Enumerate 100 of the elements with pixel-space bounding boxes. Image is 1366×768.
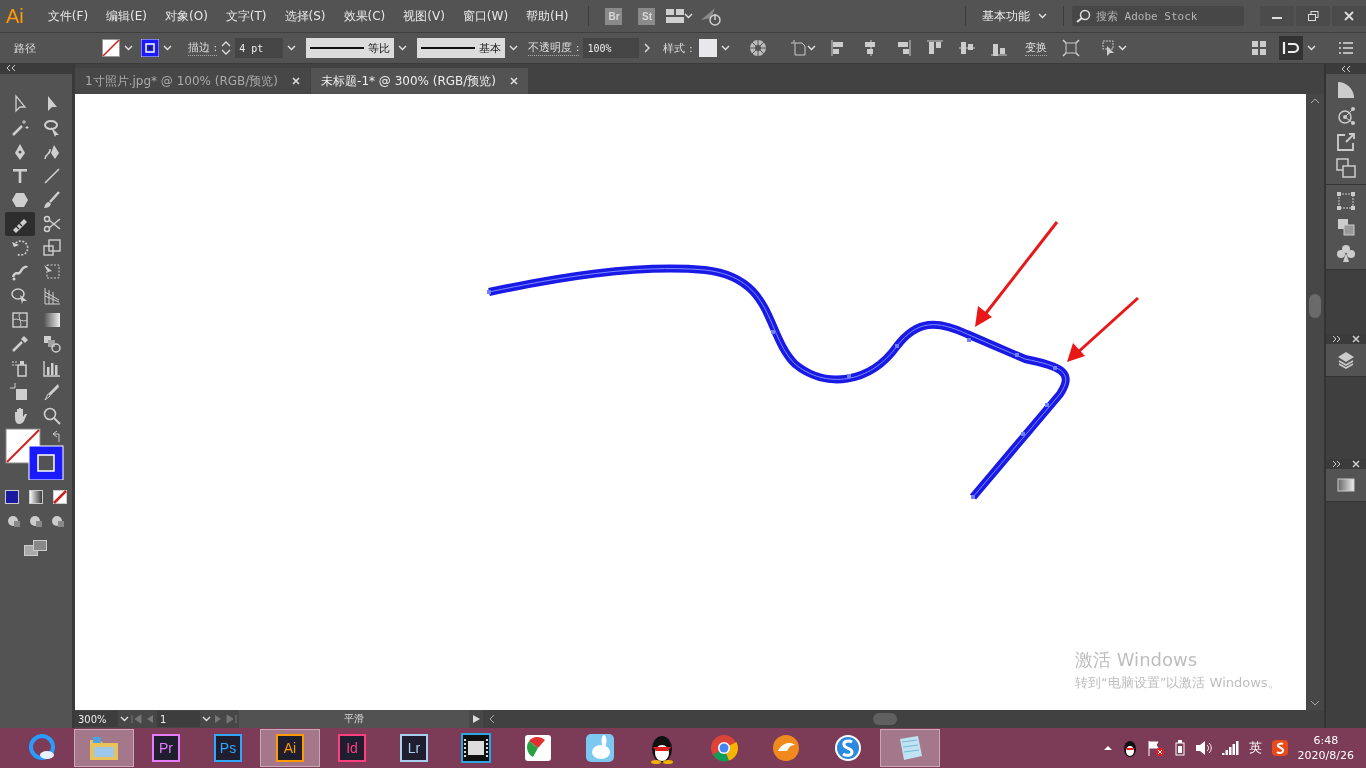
speaker-icon[interactable]: [1194, 740, 1213, 756]
brush-definition[interactable]: 基本: [417, 38, 506, 58]
target-nodes-icon[interactable]: [1336, 106, 1356, 126]
stepper-icon[interactable]: [221, 39, 232, 57]
clock[interactable]: 6:48 2020/8/26: [1297, 734, 1354, 762]
layout-button[interactable]: [1249, 41, 1269, 55]
layers-icon[interactable]: [1336, 350, 1356, 370]
expand-icon[interactable]: [1332, 335, 1340, 343]
gradient-swatch-icon[interactable]: [1336, 475, 1356, 495]
close-icon[interactable]: [1352, 335, 1360, 343]
chevron-right-icon[interactable]: [643, 43, 652, 53]
input-language-indicator[interactable]: 英: [1248, 739, 1262, 757]
close-icon[interactable]: [292, 77, 301, 85]
screen-mode-icon[interactable]: [24, 540, 48, 556]
stacked-squares-icon[interactable]: [1336, 217, 1356, 237]
caret-icon[interactable]: [720, 45, 730, 51]
panel-menu-button[interactable]: [1336, 42, 1356, 54]
caret-icon[interactable]: [1038, 13, 1047, 19]
s-logo-icon[interactable]: [833, 733, 863, 763]
caret-icon[interactable]: [1117, 45, 1127, 51]
caret-icon[interactable]: [1307, 45, 1316, 51]
export-icon[interactable]: [1336, 132, 1356, 152]
caret-icon[interactable]: [684, 13, 694, 19]
taskbar-app[interactable]: Lr: [384, 729, 444, 767]
artboard-number-field[interactable]: 1: [157, 711, 200, 727]
quarter-fan-icon[interactable]: [1336, 80, 1356, 100]
fill-stroke-swatches-drawing[interactable]: [5, 428, 67, 480]
collapse-icon[interactable]: [1341, 65, 1351, 73]
panel-toggle-button[interactable]: [1279, 36, 1303, 60]
transform-link[interactable]: 变换: [1024, 40, 1047, 56]
collapse-icon[interactable]: [6, 64, 16, 72]
app-logo[interactable]: Ai: [276, 734, 304, 762]
app-logo[interactable]: Pr: [152, 734, 180, 762]
menu-item[interactable]: 文件(F): [41, 7, 95, 25]
close-icon[interactable]: [1352, 460, 1360, 468]
play-icon[interactable]: [471, 714, 481, 724]
fox-browser-icon[interactable]: [771, 733, 801, 763]
scroll-thumb[interactable]: [873, 713, 897, 725]
browser-icon[interactable]: [27, 733, 57, 763]
app-logo[interactable]: Lr: [400, 734, 428, 762]
menu-item[interactable]: 视图(V): [397, 7, 451, 25]
stroke-color-dropdown[interactable]: [139, 36, 174, 60]
chrome-icon[interactable]: [709, 733, 739, 763]
draw-inside-icon[interactable]: [51, 514, 65, 528]
minimize-button[interactable]: [1260, 6, 1294, 26]
current-tool-label[interactable]: 平滑: [239, 710, 469, 728]
taskbar-app[interactable]: Ai: [260, 729, 320, 767]
close-icon[interactable]: [510, 77, 519, 85]
caret-icon[interactable]: [287, 45, 297, 51]
close-button[interactable]: [1332, 6, 1366, 26]
caret-icon[interactable]: [398, 45, 408, 51]
fill-color-dropdown[interactable]: [100, 36, 135, 60]
expand-icon[interactable]: [1332, 460, 1340, 468]
taskbar-app[interactable]: Pr: [136, 729, 196, 767]
caret-icon[interactable]: [124, 45, 133, 51]
scroll-left-icon[interactable]: [489, 714, 495, 724]
gradient-mode-icon[interactable]: [29, 490, 43, 504]
menu-item[interactable]: 效果(C): [337, 7, 392, 25]
variable-width-profile[interactable]: 等比: [306, 38, 395, 58]
club-icon[interactable]: [1336, 243, 1356, 263]
scroll-thumb[interactable]: [1309, 294, 1321, 318]
menu-item[interactable]: 选择(S): [278, 7, 332, 25]
menu-item[interactable]: 编辑(E): [100, 7, 153, 25]
restore-button[interactable]: [1296, 6, 1330, 26]
stroke-label[interactable]: 描边 :: [188, 40, 218, 56]
workspace-switcher[interactable]: 基本功能: [974, 7, 1055, 25]
caret-icon[interactable]: [120, 716, 129, 722]
penguin-icon[interactable]: [1121, 739, 1138, 757]
caret-icon[interactable]: [202, 716, 211, 722]
caret-icon[interactable]: [163, 45, 172, 51]
rabbit-app-icon[interactable]: [585, 733, 615, 763]
s-logo-icon[interactable]: [1270, 739, 1289, 757]
graphic-style-dropdown[interactable]: [696, 36, 732, 60]
menu-item[interactable]: 对象(O): [159, 7, 214, 25]
document-tab[interactable]: 未标题-1* @ 300% (RGB/预览): [311, 68, 529, 94]
horizontal-scrollbar[interactable]: [483, 710, 1324, 728]
selected-path-drawing[interactable]: [487, 264, 1070, 500]
pie-chart-icon[interactable]: [523, 733, 553, 763]
caret-icon[interactable]: [509, 45, 519, 51]
taskbar-app[interactable]: Id: [322, 729, 382, 767]
scroll-up-icon[interactable]: [1310, 98, 1320, 104]
film-icon[interactable]: [461, 733, 491, 763]
signal-icon[interactable]: [1221, 741, 1240, 755]
stock-search-field[interactable]: 搜索 Adobe Stock: [1072, 6, 1244, 26]
battery-icon[interactable]: [1173, 740, 1186, 756]
app-logo[interactable]: Id: [338, 734, 366, 762]
app-logo[interactable]: Ps: [214, 734, 242, 762]
show-hidden-icon[interactable]: [1102, 745, 1113, 751]
none-mode-icon[interactable]: [53, 490, 67, 504]
zoom-field[interactable]: 300%: [75, 711, 118, 727]
color-mode-icon[interactable]: [5, 490, 19, 504]
scroll-down-icon[interactable]: [1310, 700, 1320, 706]
taskbar-app[interactable]: Ps: [198, 729, 258, 767]
draw-behind-icon[interactable]: [29, 514, 43, 528]
vertical-scrollbar[interactable]: [1306, 94, 1324, 710]
overlapping-squares-icon[interactable]: [1336, 158, 1356, 178]
opacity-label[interactable]: 不透明度 :: [528, 40, 580, 56]
opacity-field[interactable]: 100%: [583, 38, 640, 58]
menu-item[interactable]: 文字(T): [219, 7, 273, 25]
document-tab[interactable]: 1寸照片.jpg* @ 100% (RGB/预览): [75, 68, 311, 94]
